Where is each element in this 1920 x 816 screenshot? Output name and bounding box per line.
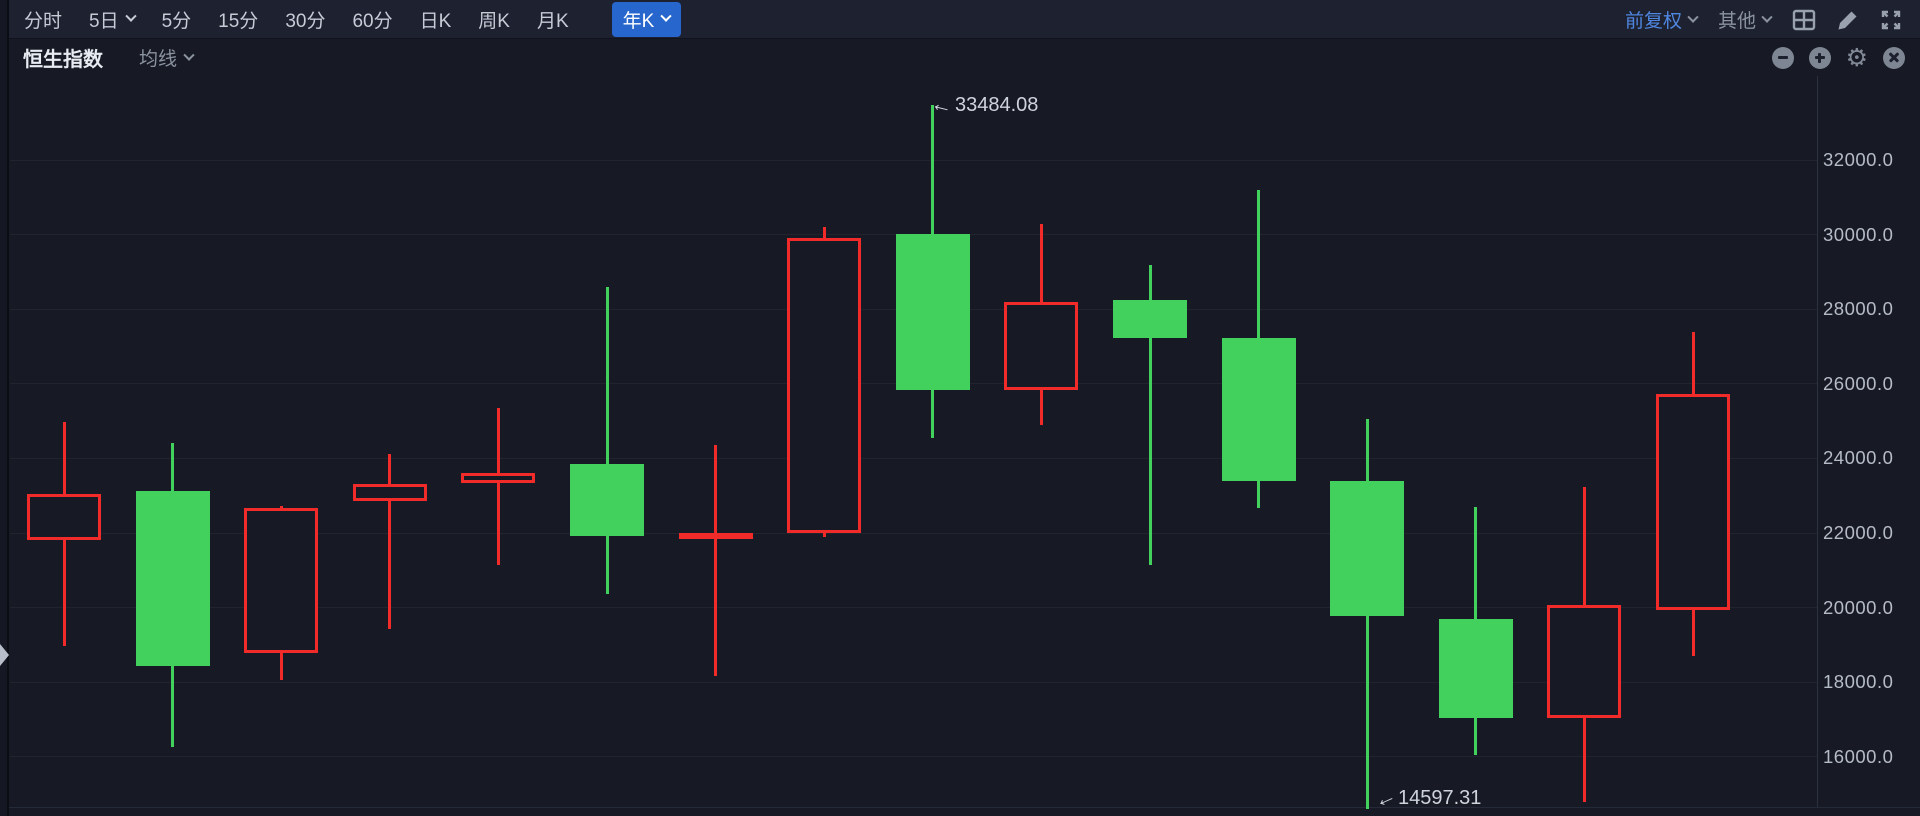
symbol-name: 恒生指数 xyxy=(23,43,103,72)
gridline xyxy=(10,458,1817,459)
interval-tab-5[interactable]: 60分 xyxy=(352,6,392,33)
chart-bottom-border xyxy=(0,807,1920,808)
low-price-label: 14597.31 xyxy=(1398,787,1481,810)
candle-body xyxy=(1113,300,1187,338)
y-axis-label: 18000.0 xyxy=(1823,671,1915,693)
candlestick-chart[interactable]: 32000.0 30000.0 28000.0 26000.0 24000.0 22000… xyxy=(0,0,1920,816)
candle-body xyxy=(1547,605,1621,717)
toolbar-right-group: 前复权 其他 xyxy=(1625,0,1920,39)
candle-body xyxy=(27,494,101,539)
interval-tab-2[interactable]: 5分 xyxy=(162,6,192,33)
candle-body xyxy=(1656,394,1730,610)
layout-grid-icon[interactable] xyxy=(1792,9,1816,31)
left-panel-collapsed-strip xyxy=(0,0,9,816)
interval-tab-0[interactable]: 分时 xyxy=(24,6,62,33)
expand-panel-handle[interactable] xyxy=(0,644,9,666)
gridline xyxy=(10,160,1817,161)
other-dropdown[interactable]: 其他 xyxy=(1718,6,1771,33)
interval-tab-3[interactable]: 15分 xyxy=(218,6,258,33)
chevron-down-icon xyxy=(1687,11,1698,22)
adjust-type-label: 前复权 xyxy=(1625,6,1682,33)
candle-body xyxy=(353,484,427,501)
interval-tab-label: 分时 xyxy=(24,6,62,33)
candle-body xyxy=(787,238,861,533)
kline-toolbar: 分时 5日 5分 15分 30分 60分 日K 周K 月K 年K 前复权 其他 xyxy=(0,0,1920,39)
candle-wick xyxy=(388,454,391,629)
zoom-in-icon[interactable] xyxy=(1809,47,1831,69)
chevron-down-icon xyxy=(125,11,136,22)
candle-wick xyxy=(497,408,500,566)
y-axis-label: 16000.0 xyxy=(1823,746,1915,768)
gridline xyxy=(10,756,1817,757)
interval-tab-7[interactable]: 周K xyxy=(478,6,510,33)
chart-control-group: ⚙ xyxy=(1772,39,1920,76)
interval-tab-label: 日K xyxy=(420,6,452,33)
interval-tab-8[interactable]: 月K xyxy=(537,6,569,33)
adjust-type-dropdown[interactable]: 前复权 xyxy=(1625,6,1697,33)
high-price-label: 33484.08 xyxy=(955,94,1038,117)
interval-tab-1[interactable]: 5日 xyxy=(89,6,135,33)
y-axis-label: 30000.0 xyxy=(1823,224,1915,246)
y-axis-label: 32000.0 xyxy=(1823,149,1915,171)
y-axis-label: 24000.0 xyxy=(1823,447,1915,469)
other-label: 其他 xyxy=(1718,6,1756,33)
interval-tab-6[interactable]: 日K xyxy=(420,6,452,33)
y-axis-line xyxy=(1817,76,1818,807)
candle-body xyxy=(244,508,318,653)
candle-body xyxy=(136,491,210,666)
ma-dropdown[interactable]: 均线 xyxy=(139,44,193,71)
draw-brush-icon[interactable] xyxy=(1837,9,1859,31)
interval-tab-label: 5日 xyxy=(89,6,119,33)
low-price-annotation: ← 14597.31 xyxy=(1374,785,1481,811)
candle-body xyxy=(570,464,644,536)
gridline xyxy=(10,682,1817,683)
interval-tab-label: 60分 xyxy=(352,6,392,33)
interval-tab-9[interactable]: 年K xyxy=(612,2,682,37)
close-chart-icon[interactable] xyxy=(1883,47,1905,69)
candle-body xyxy=(1004,302,1078,389)
fullscreen-icon[interactable] xyxy=(1880,9,1902,31)
candle-wick xyxy=(606,287,609,594)
high-price-annotation: ← 33484.08 xyxy=(931,92,1038,118)
ma-label: 均线 xyxy=(139,44,177,71)
chevron-down-icon xyxy=(1761,11,1772,22)
interval-tab-label: 月K xyxy=(537,6,569,33)
y-axis-label: 22000.0 xyxy=(1823,522,1915,544)
candle-body xyxy=(1330,481,1404,616)
interval-tab-label: 周K xyxy=(478,6,510,33)
chevron-down-icon xyxy=(183,49,194,60)
low-arrow-icon: ← xyxy=(1370,782,1401,815)
interval-tab-label: 30分 xyxy=(285,6,325,33)
interval-tab-label: 15分 xyxy=(218,6,258,33)
candle-body xyxy=(461,473,535,483)
zoom-out-icon[interactable] xyxy=(1772,47,1794,69)
y-axis-label: 26000.0 xyxy=(1823,373,1915,395)
stock-chart-window: 32000.0 30000.0 28000.0 26000.0 24000.0 22000… xyxy=(0,0,1920,816)
candle-body xyxy=(679,533,753,539)
high-arrow-icon: ← xyxy=(928,90,956,121)
interval-tabs: 分时 5日 5分 15分 30分 60分 日K 周K 月K 年K xyxy=(0,2,681,37)
chevron-down-icon xyxy=(661,11,672,22)
y-axis-label: 20000.0 xyxy=(1823,597,1915,619)
y-axis-label: 28000.0 xyxy=(1823,298,1915,320)
settings-gear-icon[interactable]: ⚙ xyxy=(1846,47,1868,69)
candle-wick xyxy=(714,445,717,676)
interval-tab-4[interactable]: 30分 xyxy=(285,6,325,33)
candle-body xyxy=(1439,619,1513,718)
candle-body xyxy=(896,234,970,390)
candle-body xyxy=(1222,338,1296,481)
symbol-bar: 恒生指数 均线 ⚙ xyxy=(9,39,1920,76)
interval-tab-label: 5分 xyxy=(162,6,192,33)
interval-tab-label: 年K xyxy=(623,6,655,33)
